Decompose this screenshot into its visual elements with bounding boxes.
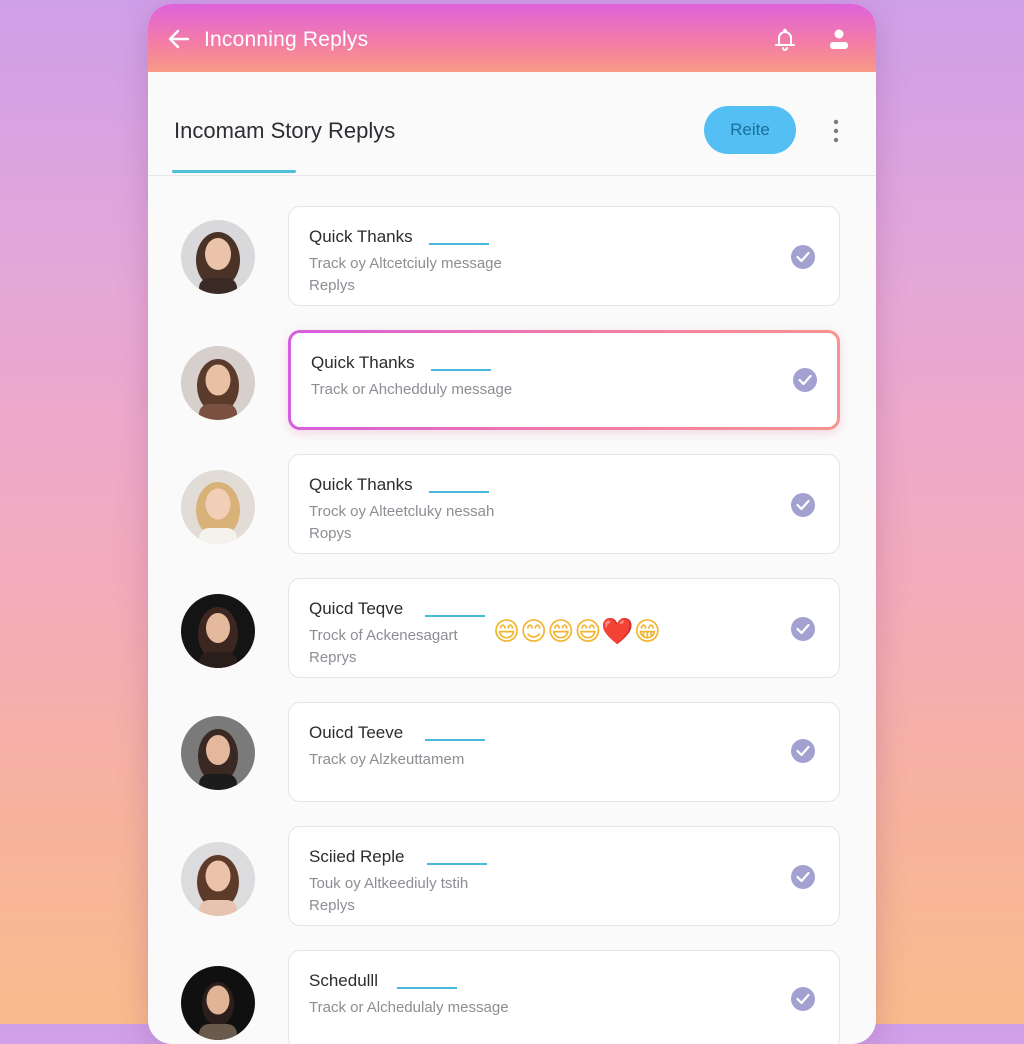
- reply-title: Schedulll: [309, 971, 378, 990]
- user-icon[interactable]: [826, 26, 852, 52]
- bell-icon[interactable]: [772, 26, 798, 52]
- reply-row: Ouicd Teeve Track oy Alzkeuttamem: [148, 702, 876, 806]
- avatar[interactable]: [181, 842, 255, 916]
- phone-screen: Inconning Replys Incomam Story Replys Re…: [148, 4, 876, 1044]
- title-underline: [172, 170, 296, 173]
- check-icon[interactable]: [791, 245, 815, 269]
- reply-card[interactable]: Quick Thanks Trock oy Alteetcluky nessah…: [288, 454, 840, 554]
- reply-card[interactable]: Sciied Reple Touk oy Altkeediuly tstih R…: [288, 826, 840, 926]
- avatar[interactable]: [181, 716, 255, 790]
- check-icon[interactable]: [791, 739, 815, 763]
- reply-card[interactable]: Ouicd Teeve Track oy Alzkeuttamem: [288, 702, 840, 802]
- reply-message: Track oy Altcetciuly message: [309, 255, 502, 272]
- avatar[interactable]: [181, 594, 255, 668]
- reply-message: Touk oy Altkeediuly tstih: [309, 875, 469, 892]
- reply-sub: Reprys: [309, 649, 357, 666]
- reply-title: Sciied Reple: [309, 847, 405, 866]
- check-icon[interactable]: [791, 987, 815, 1011]
- reply-row: Sciied Reple Touk oy Altkeediuly tstih R…: [148, 826, 876, 930]
- reply-title: Ouicd Teeve: [309, 723, 404, 742]
- title-dash: [429, 491, 489, 493]
- reply-message: Trock of Ackenesagart: [309, 627, 458, 644]
- title-dash: [425, 739, 485, 741]
- check-icon[interactable]: [793, 368, 817, 392]
- check-icon[interactable]: [791, 617, 815, 641]
- page-header: Incomam Story Replys Reite: [148, 72, 876, 176]
- more-vertical-icon[interactable]: [828, 118, 844, 144]
- avatar[interactable]: [181, 220, 255, 294]
- reply-title: Quick Thanks: [309, 475, 413, 494]
- reply-title: Quick Thanks: [311, 353, 415, 372]
- reply-title: Quicd Teqve: [309, 599, 404, 618]
- check-icon[interactable]: [791, 493, 815, 517]
- title-dash: [397, 987, 457, 989]
- reply-sub: Replys: [309, 897, 355, 914]
- reply-message: Track or Ahchedduly message: [311, 381, 513, 398]
- title-dash: [425, 615, 485, 617]
- reply-message: Track oy Alzkeuttamem: [309, 751, 465, 768]
- app-bar-title: Inconning Replys: [204, 28, 369, 51]
- reply-message: Trock oy Alteetcluky nessah: [309, 503, 495, 520]
- reply-row: Quick Thanks Track oy Altcetciuly messag…: [148, 206, 876, 310]
- reply-title: Quick Thanks: [309, 227, 413, 246]
- title-dash: [427, 863, 487, 865]
- avatar[interactable]: [181, 346, 255, 420]
- reply-sub: Replys: [309, 277, 355, 294]
- reply-card[interactable]: Schedulll Track or Alchedulaly message: [288, 950, 840, 1044]
- title-dash: [429, 243, 489, 245]
- back-arrow-icon[interactable]: [166, 26, 192, 52]
- reply-card-selected[interactable]: Quick Thanks Track or Ahchedduly message: [288, 330, 840, 430]
- page-title: Incomam Story Replys: [174, 118, 396, 143]
- reply-card[interactable]: Quick Thanks Track oy Altcetciuly messag…: [288, 206, 840, 306]
- reite-button[interactable]: Reite: [704, 106, 796, 154]
- app-bar: Inconning Replys: [148, 4, 876, 72]
- reply-message: Track or Alchedulaly message: [309, 999, 509, 1016]
- reply-row: Quick Thanks Track or Ahchedduly message: [148, 330, 876, 434]
- title-dash: [431, 369, 491, 371]
- avatar[interactable]: [181, 470, 255, 544]
- reply-sub: Ropys: [309, 525, 352, 542]
- reply-card[interactable]: Quicd Teqve Trock of Ackenesagart 😄😊😄😄❤️…: [288, 578, 840, 678]
- avatar[interactable]: [181, 966, 255, 1040]
- check-icon[interactable]: [791, 865, 815, 889]
- reply-row: Quick Thanks Trock oy Alteetcluky nessah…: [148, 454, 876, 558]
- reply-row: Quicd Teqve Trock of Ackenesagart 😄😊😄😄❤️…: [148, 578, 876, 682]
- emoji-reactions: 😄😊😄😄❤️😁: [493, 617, 661, 647]
- reply-row: Schedulll Track or Alchedulaly message: [148, 950, 876, 1044]
